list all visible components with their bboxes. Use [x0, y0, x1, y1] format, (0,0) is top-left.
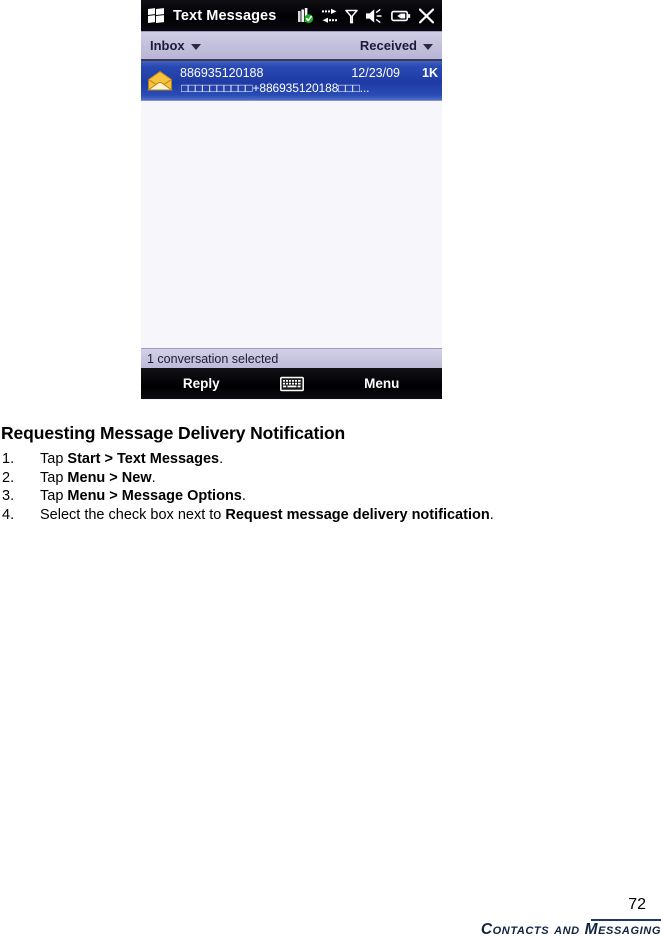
footer-chapter-title: Contacts and Messaging [480, 921, 661, 938]
page-footer: 72 Contacts and Messaging [0, 0, 661, 938]
page-number: 72 [628, 896, 646, 913]
